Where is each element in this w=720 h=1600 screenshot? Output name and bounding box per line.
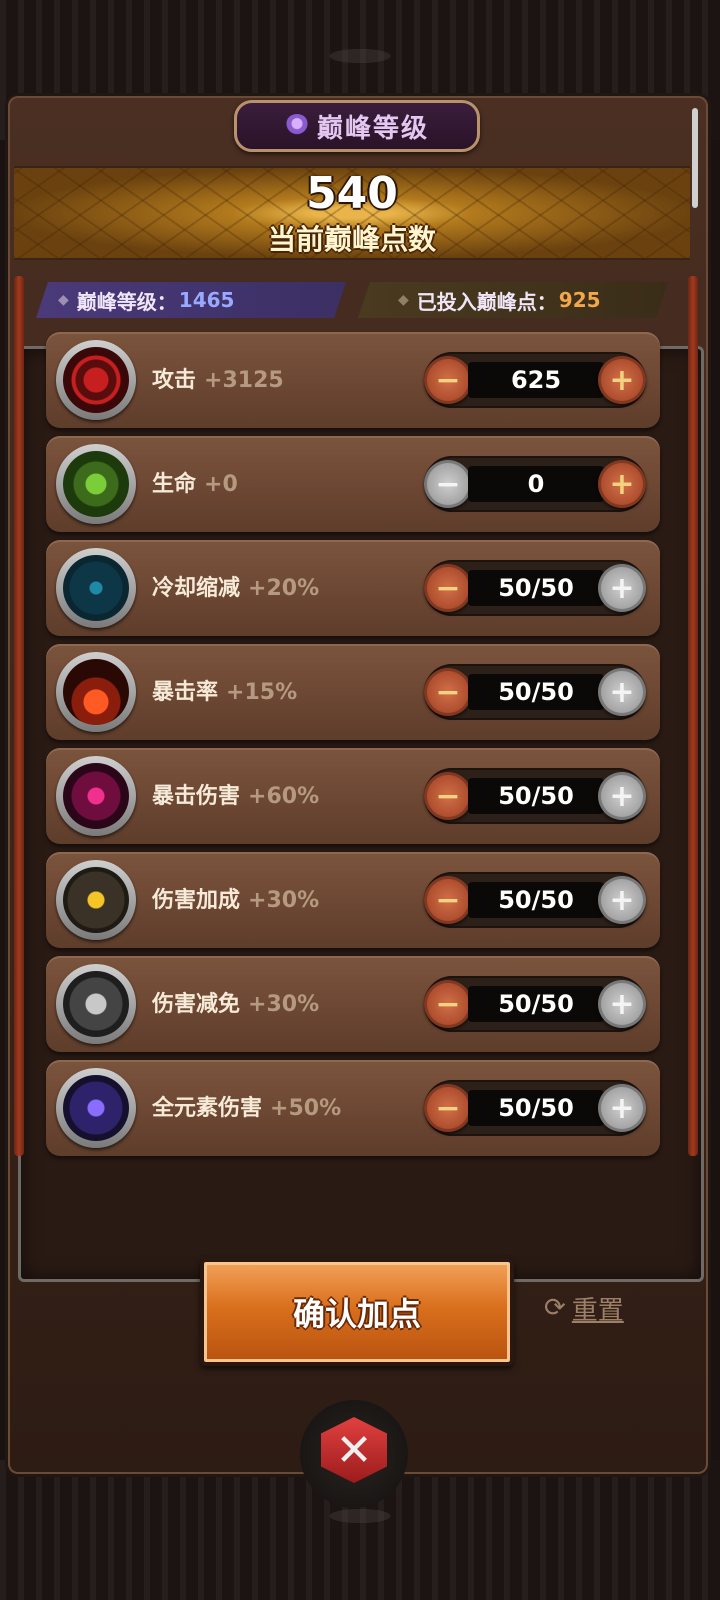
diamond-icon: ◆: [58, 292, 69, 308]
minus-button[interactable]: −: [424, 356, 472, 404]
stat-name: 攻击: [152, 368, 197, 393]
minus-button[interactable]: −: [424, 876, 472, 924]
current-points-label: 当前巅峰点数: [267, 223, 436, 256]
minus-button[interactable]: −: [424, 564, 472, 612]
level-pill: ◆ 巅峰等级： 1465: [36, 282, 346, 318]
stat-name: 伤害减免: [152, 992, 241, 1017]
invested-label: 已投入巅峰点：: [416, 289, 557, 314]
stat-stepper: − 50/50 +: [424, 768, 646, 824]
stat-name: 伤害加成: [152, 888, 241, 913]
left-rail: [14, 276, 24, 1156]
plus-button[interactable]: +: [598, 772, 646, 820]
damage-bonus-icon: [63, 867, 129, 933]
stat-row-element-damage: 全元素伤害 +50% − 50/50 +: [46, 1060, 660, 1156]
stat-bonus: +20%: [248, 576, 320, 601]
crit-damage-icon: [63, 763, 129, 829]
minus-button[interactable]: −: [424, 980, 472, 1028]
stat-value: 50/50: [468, 570, 604, 606]
stat-bonus: +30%: [248, 992, 320, 1017]
plus-button[interactable]: +: [598, 1084, 646, 1132]
stat-value: 50/50: [468, 1090, 604, 1126]
stat-stepper: − 0 +: [424, 456, 646, 512]
crit-rate-icon: [63, 659, 129, 725]
stat-stepper: − 50/50 +: [424, 664, 646, 720]
points-banner: 540 当前巅峰点数: [14, 166, 690, 260]
plus-button[interactable]: +: [598, 668, 646, 716]
element-damage-icon: [63, 1075, 129, 1141]
current-points-value: 540: [306, 168, 398, 219]
stat-row-attack: 攻击 +3125 − 625 +: [46, 332, 660, 428]
stat-name: 全元素伤害: [152, 1096, 263, 1121]
stat-row-life: 生命 +0 − 0 +: [46, 436, 660, 532]
minus-button[interactable]: −: [424, 1084, 472, 1132]
cooldown-icon: [63, 555, 129, 621]
reset-label: 重置: [571, 1295, 624, 1326]
stat-stepper: − 50/50 +: [424, 976, 646, 1032]
stat-value: 625: [468, 362, 604, 398]
stat-row-crit-damage: 暴击伤害 +60% − 50/50 +: [46, 748, 660, 844]
stat-value: 50/50: [468, 986, 604, 1022]
confirm-points-button[interactable]: 确认加点: [200, 1258, 514, 1366]
damage-reduction-icon: [63, 971, 129, 1037]
stat-stepper: − 50/50 +: [424, 560, 646, 616]
refresh-icon: ⟳: [544, 1293, 566, 1323]
stat-bonus: +30%: [248, 888, 320, 913]
stat-value: 50/50: [468, 882, 604, 918]
stat-bonus: +60%: [248, 784, 320, 809]
plus-button[interactable]: +: [598, 980, 646, 1028]
stat-bonus: +50%: [270, 1096, 342, 1121]
right-rail: [688, 276, 698, 1156]
level-value: 1465: [178, 288, 235, 312]
stat-name: 生命: [152, 472, 197, 497]
stat-row-crit-rate: 暴击率 +15% − 50/50 +: [46, 644, 660, 740]
minus-button[interactable]: −: [424, 772, 472, 820]
peak-level-icon: [284, 114, 309, 138]
invested-pill: ◆ 已投入巅峰点： 925: [358, 282, 668, 318]
stat-name: 暴击伤害: [152, 784, 241, 809]
life-icon: [63, 451, 129, 517]
page-title: 巅峰等级: [316, 113, 429, 144]
reset-button[interactable]: ⟳ 重置: [544, 1288, 624, 1328]
stat-name: 暴击率: [152, 680, 219, 705]
stat-name: 冷却缩减: [152, 576, 241, 601]
stat-bonus: +0: [204, 472, 238, 497]
minus-button[interactable]: −: [424, 460, 472, 508]
plus-button[interactable]: +: [598, 876, 646, 924]
stat-row-damage-reduction: 伤害减免 +30% − 50/50 +: [46, 956, 660, 1052]
close-button[interactable]: ✕: [300, 1400, 408, 1508]
stat-row-damage-bonus: 伤害加成 +30% − 50/50 +: [46, 852, 660, 948]
stat-value: 0: [468, 466, 604, 502]
stat-stepper: − 50/50 +: [424, 872, 646, 928]
plus-button[interactable]: +: [598, 356, 646, 404]
title-plate: 巅峰等级: [234, 100, 480, 152]
scrollbar[interactable]: [692, 108, 698, 208]
diamond-icon: ◆: [398, 292, 409, 308]
stat-value: 50/50: [468, 778, 604, 814]
level-label: 巅峰等级：: [76, 289, 177, 314]
stat-stepper: − 50/50 +: [424, 1080, 646, 1136]
stat-bonus: +15%: [226, 680, 298, 705]
stat-stepper: − 625 +: [424, 352, 646, 408]
attack-icon: [63, 347, 129, 413]
stat-value: 50/50: [468, 674, 604, 710]
stat-row-cooldown: 冷却缩减 +20% − 50/50 +: [46, 540, 660, 636]
plus-button[interactable]: +: [598, 460, 646, 508]
minus-button[interactable]: −: [424, 668, 472, 716]
invested-value: 925: [558, 288, 601, 312]
plus-button[interactable]: +: [598, 564, 646, 612]
stat-bonus: +3125: [204, 368, 284, 393]
